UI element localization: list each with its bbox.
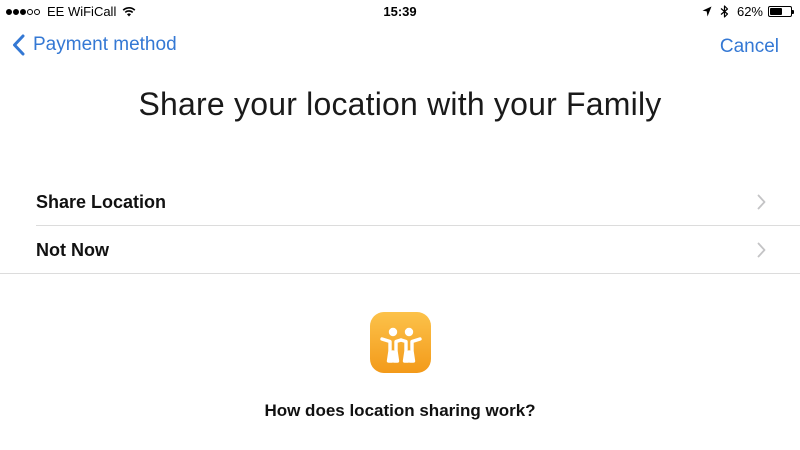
battery-icon xyxy=(768,6,794,17)
find-my-friends-icon xyxy=(370,312,431,373)
options-list: Share Location Not Now xyxy=(0,178,800,274)
battery-level-fill xyxy=(770,8,782,15)
back-button[interactable]: Payment method xyxy=(12,34,177,56)
share-location-row[interactable]: Share Location xyxy=(0,178,800,226)
share-location-label: Share Location xyxy=(36,192,167,212)
bluetooth-icon xyxy=(720,5,729,18)
status-time: 15:39 xyxy=(383,4,417,19)
not-now-label: Not Now xyxy=(36,240,109,260)
row-divider xyxy=(0,273,800,274)
battery-percent: 62% xyxy=(736,4,763,19)
two-people-icon xyxy=(379,327,422,363)
back-chevron-icon xyxy=(13,34,25,56)
info-section: How does location sharing work? xyxy=(0,275,800,450)
navigation-bar: Payment method Cancel xyxy=(0,24,800,68)
not-now-row[interactable]: Not Now xyxy=(0,226,800,274)
page-title: Share your location with your Family xyxy=(138,86,662,122)
screen: EE WiFiCall 15:39 62% Payment method Can… xyxy=(0,0,800,450)
cancel-button[interactable]: Cancel xyxy=(720,36,779,58)
how-sharing-works-link[interactable]: How does location sharing work? xyxy=(0,401,800,421)
chevron-right-icon xyxy=(757,242,766,258)
status-bar: EE WiFiCall 15:39 62% xyxy=(0,0,800,24)
status-bar-right: 62% xyxy=(702,4,794,19)
back-button-label: Payment method xyxy=(33,34,177,55)
location-arrow-icon xyxy=(702,6,712,17)
chevron-right-icon xyxy=(757,194,766,210)
